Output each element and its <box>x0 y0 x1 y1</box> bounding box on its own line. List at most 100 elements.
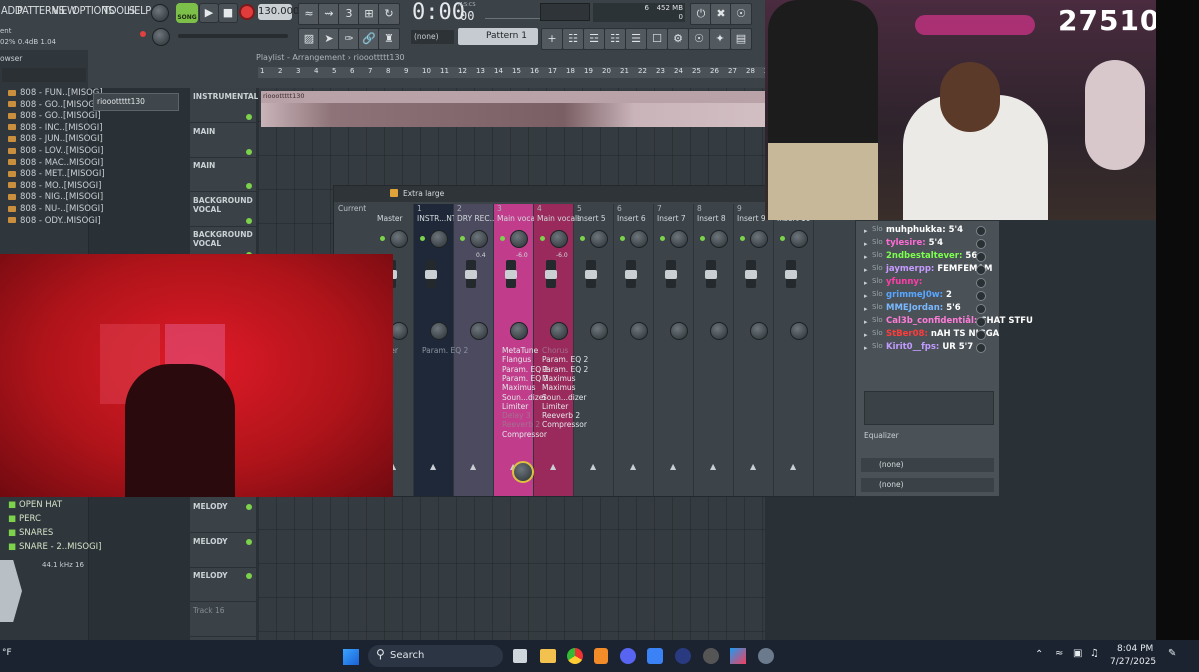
wait-input-icon[interactable]: ⇝ <box>318 3 340 25</box>
browser-item[interactable]: 808 - JUN..[MISOGI] <box>8 134 103 144</box>
send-arrow-icon[interactable]: ▲ <box>470 462 476 471</box>
insert-fx-slot[interactable]: Param. EQ 2 <box>542 365 588 374</box>
track-led[interactable] <box>246 217 252 224</box>
volume-fader[interactable] <box>425 260 437 288</box>
snap-select[interactable]: (none) <box>411 30 454 44</box>
mixer-strip[interactable]: Insert 10▲ <box>774 204 814 496</box>
track-header[interactable]: BACKGROUND VOCAL <box>190 192 256 227</box>
browser-item[interactable]: ■ OPEN HAT <box>8 500 62 510</box>
obs-icon[interactable] <box>703 648 719 664</box>
fader-cap[interactable] <box>785 270 797 279</box>
play-button[interactable]: ▶ <box>199 3 219 23</box>
browser-item[interactable]: ■ PERC <box>8 514 41 524</box>
pan-knob[interactable] <box>550 230 568 248</box>
strip-enable-led[interactable] <box>460 236 465 241</box>
pan-knob[interactable] <box>390 230 408 248</box>
track-header[interactable]: MELODY <box>190 498 256 533</box>
pan-knob[interactable] <box>750 230 768 248</box>
eq-graph[interactable] <box>864 391 994 425</box>
add-pattern-icon[interactable]: + <box>541 28 563 50</box>
strip-enable-led[interactable] <box>500 236 505 241</box>
brush-icon[interactable]: ✑ <box>338 28 360 50</box>
stereo-knob[interactable] <box>590 322 608 340</box>
volume-fader[interactable] <box>705 260 717 288</box>
slot-knob[interactable] <box>976 252 986 262</box>
pattern-picker[interactable]: riooottttt130 <box>93 93 179 111</box>
clock-time[interactable]: 8:04 PM <box>1117 644 1153 654</box>
send-arrow-icon[interactable]: ▲ <box>630 462 636 471</box>
keyboard-icon[interactable]: ▨ <box>298 28 320 50</box>
song-mode-toggle[interactable]: SONG <box>176 3 198 23</box>
pan-knob[interactable] <box>790 230 808 248</box>
mixer-strip[interactable]: 8 Insert 8 ▲ <box>694 204 734 496</box>
insert-fx-slot[interactable]: Flangus <box>502 355 531 364</box>
arrow-right-icon[interactable]: ➤ <box>318 28 340 50</box>
browser-item[interactable]: 808 - INC..[MISOGI] <box>8 123 103 133</box>
display-icon[interactable]: ▣ <box>1073 648 1082 659</box>
insert-fx-slot[interactable]: Param. EQ 2 <box>422 346 468 355</box>
track-header[interactable]: MAIN <box>190 157 256 192</box>
metronome-icon[interactable]: ≈ <box>298 3 320 25</box>
master-volume-knob[interactable] <box>151 4 169 22</box>
pan-knob[interactable] <box>670 230 688 248</box>
browser-item[interactable]: 808 - NIG..[MISOGI] <box>8 192 103 202</box>
clock-date[interactable]: 7/27/2025 <box>1110 657 1156 667</box>
volume-fader[interactable] <box>625 260 637 288</box>
track-led[interactable] <box>246 183 252 189</box>
play-arrow-icon[interactable]: ▸ <box>864 344 868 352</box>
fader-cap[interactable] <box>585 270 597 279</box>
stereo-knob[interactable] <box>790 322 808 340</box>
fader-cap[interactable] <box>665 270 677 279</box>
strip-enable-led[interactable] <box>540 236 545 241</box>
insert-fx-slot[interactable]: Param. EQ 2 <box>542 355 588 364</box>
send-arrow-icon[interactable]: ▲ <box>670 462 676 471</box>
track-led[interactable] <box>246 573 252 579</box>
volume-fader[interactable] <box>745 260 757 288</box>
tempo-display[interactable]: 130.000 <box>258 4 299 20</box>
insert-fx-slot[interactable]: Maximus <box>542 383 576 392</box>
fader-cap[interactable] <box>625 270 637 279</box>
insert-fx-slot[interactable]: Chorus <box>542 346 568 355</box>
countdown-icon[interactable]: 3 <box>338 3 360 25</box>
stereo-knob[interactable] <box>510 322 528 340</box>
strip-enable-led[interactable] <box>780 236 785 241</box>
pan-knob[interactable] <box>430 230 448 248</box>
play-arrow-icon[interactable]: ▸ <box>864 305 868 313</box>
output-select-b[interactable]: (none) <box>861 478 994 492</box>
slot-knob[interactable] <box>976 278 986 288</box>
volume-fader[interactable] <box>665 260 677 288</box>
slot-knob[interactable] <box>976 330 986 340</box>
browser-item[interactable]: ■ SNARE - 2..MISOGI] <box>8 542 102 552</box>
slot-knob[interactable] <box>976 304 986 314</box>
mic-icon[interactable]: ☉ <box>730 3 752 25</box>
fl-studio-icon[interactable] <box>594 648 608 664</box>
slot-knob[interactable] <box>976 265 986 275</box>
tools-icon[interactable]: ✖ <box>710 3 732 25</box>
strip-enable-led[interactable] <box>420 236 425 241</box>
master-pitch-slider[interactable] <box>485 4 540 19</box>
insert-fx-slot[interactable]: Reeverb 2 <box>542 411 580 420</box>
play-arrow-icon[interactable]: ▸ <box>864 253 868 261</box>
fader-cap[interactable] <box>745 270 757 279</box>
volume-icon[interactable]: ♫ <box>1090 648 1099 659</box>
slot-knob[interactable] <box>976 226 986 236</box>
piano-roll-icon[interactable]: ☲ <box>583 28 605 50</box>
track-header[interactable]: MELODY <box>190 533 256 568</box>
track-header[interactable]: MAIN <box>190 123 256 158</box>
send-arrow-icon[interactable]: ▲ <box>550 462 556 471</box>
track-led[interactable] <box>246 538 252 545</box>
start-icon[interactable] <box>343 649 359 665</box>
output-select-a[interactable]: (none) <box>861 458 994 472</box>
browser-item[interactable]: 808 - NU-..[MISOGI] <box>8 204 103 214</box>
taskbar-search[interactable]: ⚲ Search <box>368 645 503 667</box>
play-arrow-icon[interactable]: ▸ <box>864 240 868 248</box>
main-pitch-knob[interactable] <box>152 28 170 46</box>
browser-item[interactable]: ■ SNARES <box>8 528 53 538</box>
browser-item[interactable]: 808 - MO..[MISOGI] <box>8 181 101 191</box>
track-header[interactable]: Track 16 <box>190 602 256 637</box>
insert-fx-slot[interactable]: MetaTune <box>502 346 538 355</box>
browser-item[interactable]: 808 - GO..[MISOGI] <box>8 100 101 110</box>
copilot-icon[interactable] <box>730 648 746 664</box>
track-header[interactable]: MELODY <box>190 567 256 602</box>
mixer-strip[interactable]: 6 Insert 6 ▲ <box>614 204 654 496</box>
